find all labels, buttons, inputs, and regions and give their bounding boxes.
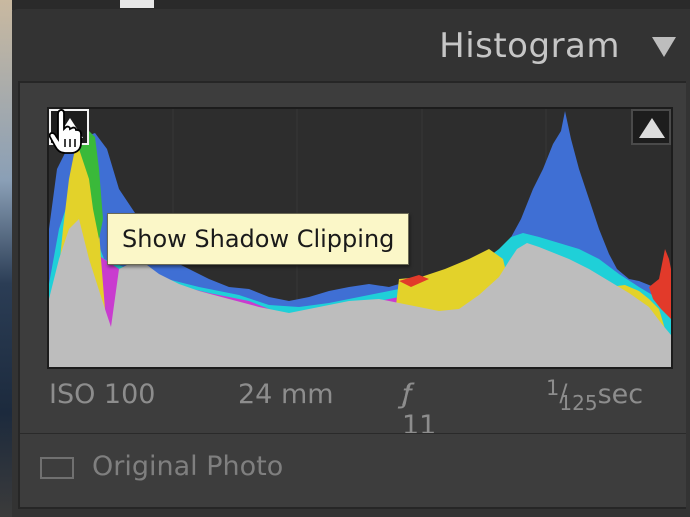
triangle-up-icon <box>639 118 665 138</box>
original-photo-checkbox[interactable] <box>40 457 74 479</box>
pointing-hand-icon <box>49 109 82 154</box>
iso-value: ISO 100 <box>49 379 156 410</box>
original-photo-label: Original Photo <box>92 451 284 482</box>
shutter-speed-value: 1/125 sec <box>546 376 644 415</box>
panel-header[interactable]: Histogram <box>12 9 690 81</box>
triangle-down-icon[interactable] <box>652 37 676 57</box>
divider <box>20 433 686 434</box>
histogram-box: Show Shadow Clipping ISO 100 24 mm ƒ / 1… <box>18 81 686 509</box>
highlight-clipping-button[interactable] <box>631 109 671 145</box>
tooltip: Show Shadow Clipping <box>107 213 410 265</box>
histogram-panel: Histogram Show Shadow Clipping ISO 100 2… <box>12 8 690 517</box>
focal-length-value: 24 mm <box>238 379 334 410</box>
histogram-graph[interactable]: Show Shadow Clipping <box>47 107 673 369</box>
exif-info-row: ISO 100 24 mm ƒ / 11 1/125 sec <box>49 376 644 441</box>
panel-title: Histogram <box>439 26 620 66</box>
background-photo <box>0 0 12 516</box>
